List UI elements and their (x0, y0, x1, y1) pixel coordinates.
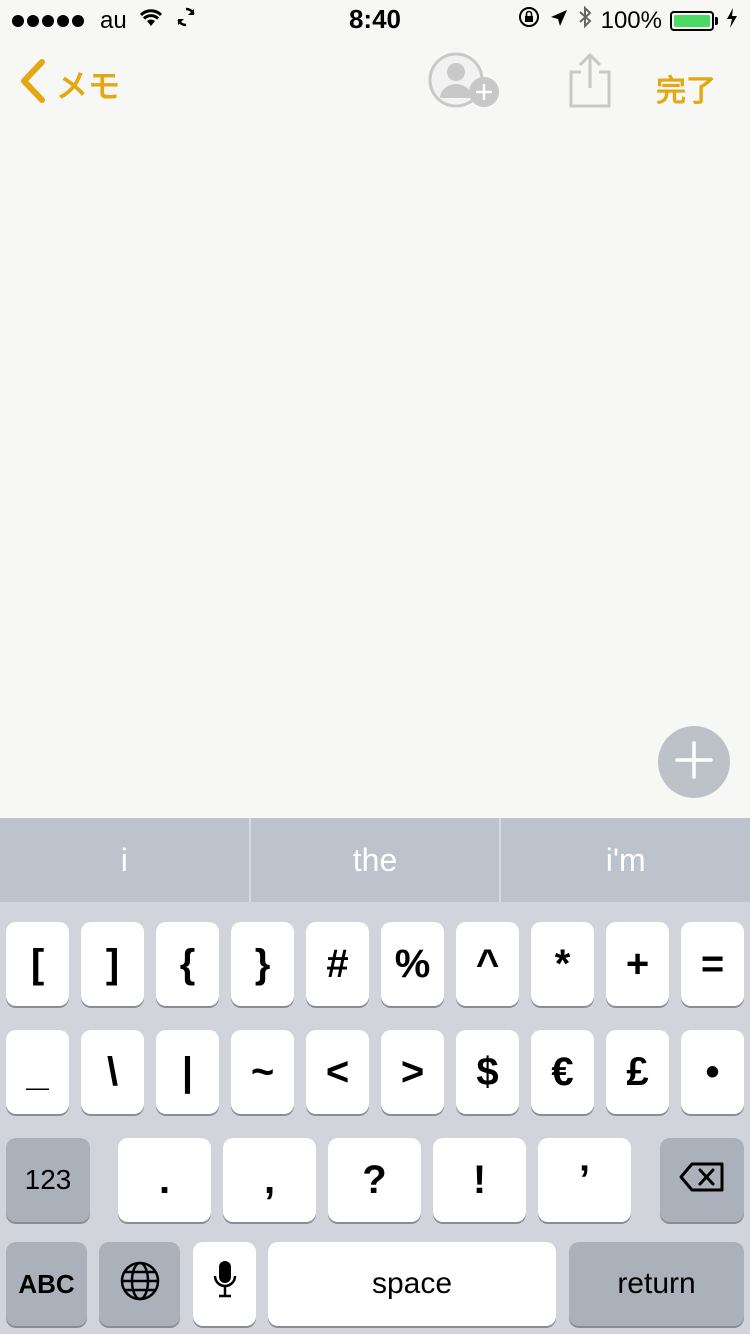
key-abc-mode[interactable]: ABC (6, 1242, 87, 1326)
return-key[interactable]: return (569, 1242, 744, 1326)
dictation-button[interactable] (193, 1242, 256, 1326)
key-apostrophe[interactable]: ’ (538, 1138, 631, 1222)
key-right-bracket[interactable]: ] (81, 922, 144, 1006)
key-comma[interactable]: , (223, 1138, 316, 1222)
key-pipe[interactable]: | (156, 1030, 219, 1114)
suggestion-1[interactable]: i (0, 818, 249, 902)
key-caret[interactable]: ^ (456, 922, 519, 1006)
space-bar[interactable]: space (268, 1242, 556, 1326)
add-people-button[interactable] (428, 52, 504, 117)
charging-icon (726, 7, 738, 35)
note-editor[interactable] (0, 128, 750, 818)
key-left-bracket[interactable]: [ (6, 922, 69, 1006)
share-button[interactable] (567, 52, 613, 115)
key-hash[interactable]: # (306, 922, 369, 1006)
rotation-lock-icon (517, 5, 541, 36)
battery-icon (670, 10, 718, 31)
back-label: メモ (56, 67, 121, 104)
backspace-icon (678, 1161, 726, 1200)
key-backslash[interactable]: \ (81, 1030, 144, 1114)
suggestion-2[interactable]: the (251, 818, 500, 902)
globe-button[interactable] (99, 1242, 180, 1326)
globe-icon (120, 1261, 160, 1308)
key-pound[interactable]: £ (606, 1030, 669, 1114)
status-right: 100% (517, 5, 738, 36)
add-attachment-button[interactable] (658, 726, 730, 798)
battery-percent: 100% (600, 6, 662, 34)
key-tilde[interactable]: ~ (231, 1030, 294, 1114)
plus-icon (674, 740, 714, 785)
predictive-bar: i the i'm (0, 818, 750, 902)
chevron-left-icon (18, 58, 48, 109)
suggestion-3[interactable]: i'm (501, 818, 750, 902)
back-button[interactable]: メモ (18, 58, 120, 109)
key-percent[interactable]: % (381, 922, 444, 1006)
key-euro[interactable]: € (531, 1030, 594, 1114)
key-period[interactable]: . (118, 1138, 211, 1222)
delete-button[interactable] (660, 1138, 744, 1222)
key-question[interactable]: ? (328, 1138, 421, 1222)
key-plus[interactable]: + (606, 922, 669, 1006)
microphone-icon (212, 1259, 238, 1309)
key-exclamation[interactable]: ! (433, 1138, 526, 1222)
key-less-than[interactable]: < (306, 1030, 369, 1114)
battery-fill (674, 14, 710, 27)
navigation-bar: メモ 完了 (0, 40, 750, 128)
key-underscore[interactable]: _ (6, 1030, 69, 1114)
key-dollar[interactable]: $ (456, 1030, 519, 1114)
key-left-brace[interactable]: { (156, 922, 219, 1006)
key-greater-than[interactable]: > (381, 1030, 444, 1114)
keyboard: i the i'm [ ] { } # % ^ * + = _ \ | ~ < … (0, 818, 750, 1334)
key-asterisk[interactable]: * (531, 922, 594, 1006)
key-numbers-mode[interactable]: 123 (6, 1138, 90, 1222)
status-bar: au 8:40 100% (0, 0, 750, 40)
location-icon (549, 7, 569, 35)
key-right-brace[interactable]: } (231, 922, 294, 1006)
key-bullet[interactable]: • (681, 1030, 744, 1114)
bluetooth-icon (577, 5, 593, 36)
done-button[interactable]: 完了 (656, 66, 716, 110)
key-equals[interactable]: = (681, 922, 744, 1006)
